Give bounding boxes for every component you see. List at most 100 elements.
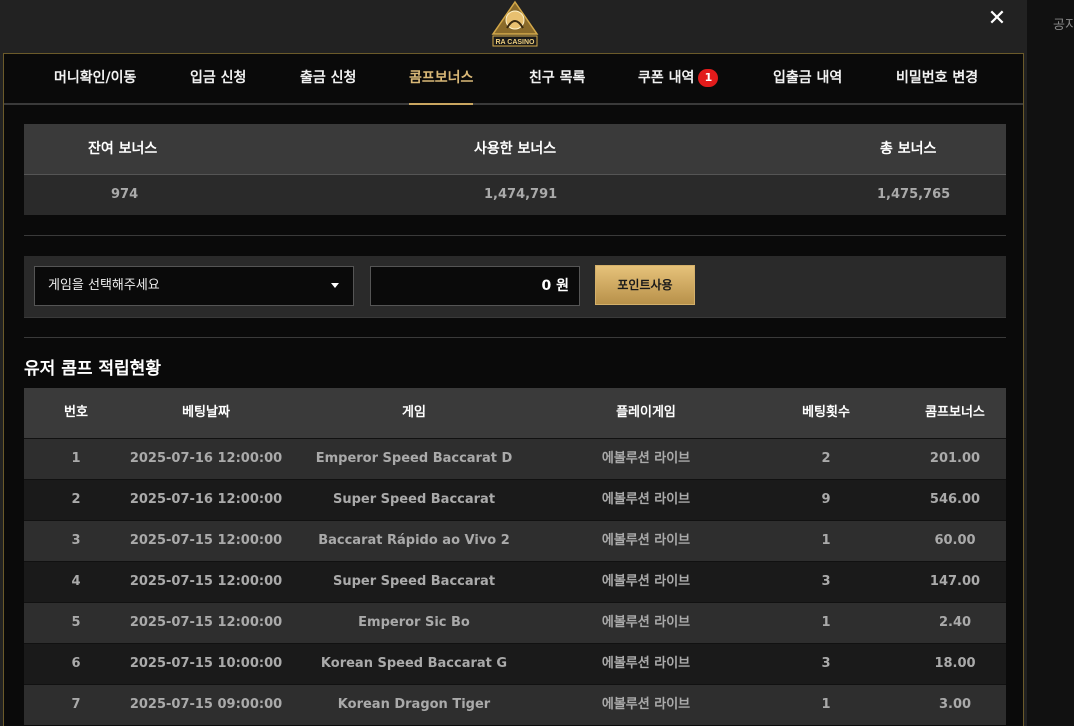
background-page: 공지 [1027, 0, 1074, 726]
cell-play-game: 에볼루션 라이브 [601, 574, 691, 589]
cell-game: Emperor Speed Baccarat D [315, 451, 513, 466]
cell-game: Korean Speed Baccarat G [320, 656, 508, 671]
cell-number: 7 [71, 697, 81, 712]
comp-bonus-modal: RA CASINO ✕ 머니확인/이동 입금 신청 출금 신청 콤프보너스 친구… [0, 0, 1027, 726]
tab-label: 쿠폰 내역 [638, 70, 695, 86]
tab-label: 입금 신청 [190, 70, 247, 86]
casino-logo: RA CASINO [491, 0, 539, 47]
tab-withdraw[interactable]: 출금 신청 [300, 54, 356, 103]
table-row: 7 2025-07-15 09:00:00 Korean Dragon Tiger 에… [24, 684, 1006, 725]
tab-money-check[interactable]: 머니확인/이동 [54, 54, 136, 103]
cell-bet-date: 2025-07-16 12:00:00 [129, 492, 283, 507]
cell-bet-date: 2025-07-15 09:00:00 [129, 697, 283, 712]
amount-value: 0 원 [541, 278, 570, 294]
amount-input[interactable]: 0 원 [370, 266, 580, 306]
cell-play-game: 에볼루션 라이브 [601, 656, 691, 671]
cell-number: 4 [71, 574, 81, 589]
cell-bet-count: 3 [821, 574, 831, 589]
tab-friends[interactable]: 친구 목록 [529, 54, 585, 103]
col-game: 게임 [402, 405, 426, 420]
cell-comp-bonus: 2.40 [938, 615, 972, 630]
cell-comp-bonus: 546.00 [929, 492, 981, 507]
coupon-count-badge: 1 [698, 69, 719, 87]
summary-values: 974 1,474,791 1,475,765 [24, 175, 1006, 215]
tab-coupons[interactable]: 쿠폰 내역 1 [638, 54, 719, 103]
table-row: 5 2025-07-15 12:00:00 Emperor Sic Bo 에볼루션 라… [24, 602, 1006, 643]
col-comp-bonus: 콤프보너스 [925, 405, 985, 420]
cell-bet-date: 2025-07-15 12:00:00 [129, 533, 283, 548]
cell-bet-count: 1 [821, 697, 831, 712]
tab-label: 친구 목록 [529, 70, 586, 86]
col-number: 번호 [64, 405, 88, 420]
cell-bet-count: 9 [821, 492, 831, 507]
remaining-bonus-header: 잔여 보너스 [88, 141, 158, 157]
cell-bet-count: 1 [821, 533, 831, 548]
cell-play-game: 에볼루션 라이브 [601, 451, 691, 466]
cell-play-game: 에볼루션 라이브 [601, 615, 691, 630]
logo-text: RA CASINO [495, 39, 535, 46]
cell-bet-date: 2025-07-15 12:00:00 [129, 615, 283, 630]
section-title: 유저 콤프 적립현황 [24, 359, 161, 379]
cell-play-game: 에볼루션 라이브 [601, 697, 691, 712]
total-bonus-value: 1,475,765 [877, 187, 951, 202]
game-select[interactable]: 게임을 선택해주세요 [34, 266, 354, 306]
game-select-label: 게임을 선택해주세요 [48, 278, 160, 293]
cell-game: Korean Dragon Tiger [337, 697, 491, 712]
cell-bet-count: 3 [821, 656, 831, 671]
tab-label: 출금 신청 [300, 70, 357, 86]
table-row: 6 2025-07-15 10:00:00 Korean Speed Baccara… [24, 643, 1006, 684]
comp-history-table: 번호 베팅날짜 게임 플레이게임 베팅횟수 콤프보너스 1 2025-07-16 … [24, 388, 1006, 725]
total-bonus-header: 총 보너스 [880, 141, 937, 157]
divider [24, 337, 1006, 338]
col-bet-date: 베팅날짜 [182, 405, 230, 420]
table-row: 1 2025-07-16 12:00:00 Emperor Speed Baccar… [24, 438, 1006, 479]
table-header: 번호 베팅날짜 게임 플레이게임 베팅횟수 콤프보너스 [24, 388, 1006, 438]
table-row: 4 2025-07-15 12:00:00 Super Speed Baccarat… [24, 561, 1006, 602]
cell-bet-count: 2 [821, 451, 831, 466]
cell-number: 6 [71, 656, 81, 671]
tab-label: 입출금 내역 [773, 70, 843, 86]
used-bonus-header: 사용한 보너스 [474, 141, 557, 157]
col-bet-count: 베팅횟수 [802, 405, 850, 420]
used-bonus-value: 1,474,791 [484, 187, 558, 202]
use-points-button[interactable]: 포인트사용 [595, 265, 695, 305]
cell-comp-bonus: 60.00 [934, 533, 976, 548]
cell-number: 3 [71, 533, 81, 548]
cell-comp-bonus: 18.00 [934, 656, 976, 671]
modal-content: 머니확인/이동 입금 신청 출금 신청 콤프보너스 친구 목록 쿠폰 내역 1 입… [3, 53, 1024, 726]
cell-play-game: 에볼루션 라이브 [601, 533, 691, 548]
divider [24, 235, 1006, 236]
cell-comp-bonus: 147.00 [929, 574, 981, 589]
cell-number: 5 [71, 615, 81, 630]
bonus-summary: 잔여 보너스 사용한 보너스 총 보너스 974 1,474,791 1,475… [24, 124, 1006, 215]
cell-game: Super Speed Baccarat [332, 574, 496, 589]
cell-comp-bonus: 201.00 [929, 451, 981, 466]
tab-change-password[interactable]: 비밀번호 변경 [896, 54, 978, 103]
table-row: 3 2025-07-15 12:00:00 Baccarat Rápido ao V… [24, 520, 1006, 561]
cell-game: Baccarat Rápido ao Vivo 2 [318, 533, 510, 548]
point-use-bar: 게임을 선택해주세요 0 원 포인트사용 [24, 256, 1006, 318]
notice-peek-text: 공지 [1053, 18, 1074, 33]
summary-header: 잔여 보너스 사용한 보너스 총 보너스 [24, 124, 1006, 175]
tab-bar: 머니확인/이동 입금 신청 출금 신청 콤프보너스 친구 목록 쿠폰 내역 1 입… [4, 54, 1023, 105]
cell-bet-date: 2025-07-16 12:00:00 [129, 451, 283, 466]
tab-comp-bonus[interactable]: 콤프보너스 [409, 54, 474, 105]
table-body: 1 2025-07-16 12:00:00 Emperor Speed Baccar… [24, 438, 1006, 725]
cell-bet-date: 2025-07-15 12:00:00 [129, 574, 283, 589]
cell-bet-date: 2025-07-15 10:00:00 [129, 656, 283, 671]
table-row: 2 2025-07-16 12:00:00 Super Speed Baccarat… [24, 479, 1006, 520]
cell-bet-count: 1 [821, 615, 831, 630]
tab-transactions[interactable]: 입출금 내역 [773, 54, 842, 103]
cell-game: Emperor Sic Bo [358, 615, 470, 630]
tab-deposit[interactable]: 입금 신청 [190, 54, 246, 103]
tab-label: 머니확인/이동 [54, 70, 137, 86]
close-icon[interactable]: ✕ [984, 6, 1010, 32]
cell-comp-bonus: 3.00 [938, 697, 972, 712]
tab-label: 비밀번호 변경 [896, 70, 979, 86]
tab-label: 콤프보너스 [409, 70, 474, 86]
cell-number: 2 [71, 492, 81, 507]
col-play-game: 플레이게임 [616, 405, 676, 420]
cell-game: Super Speed Baccarat [332, 492, 496, 507]
cell-play-game: 에볼루션 라이브 [601, 492, 691, 507]
cell-number: 1 [71, 451, 81, 466]
